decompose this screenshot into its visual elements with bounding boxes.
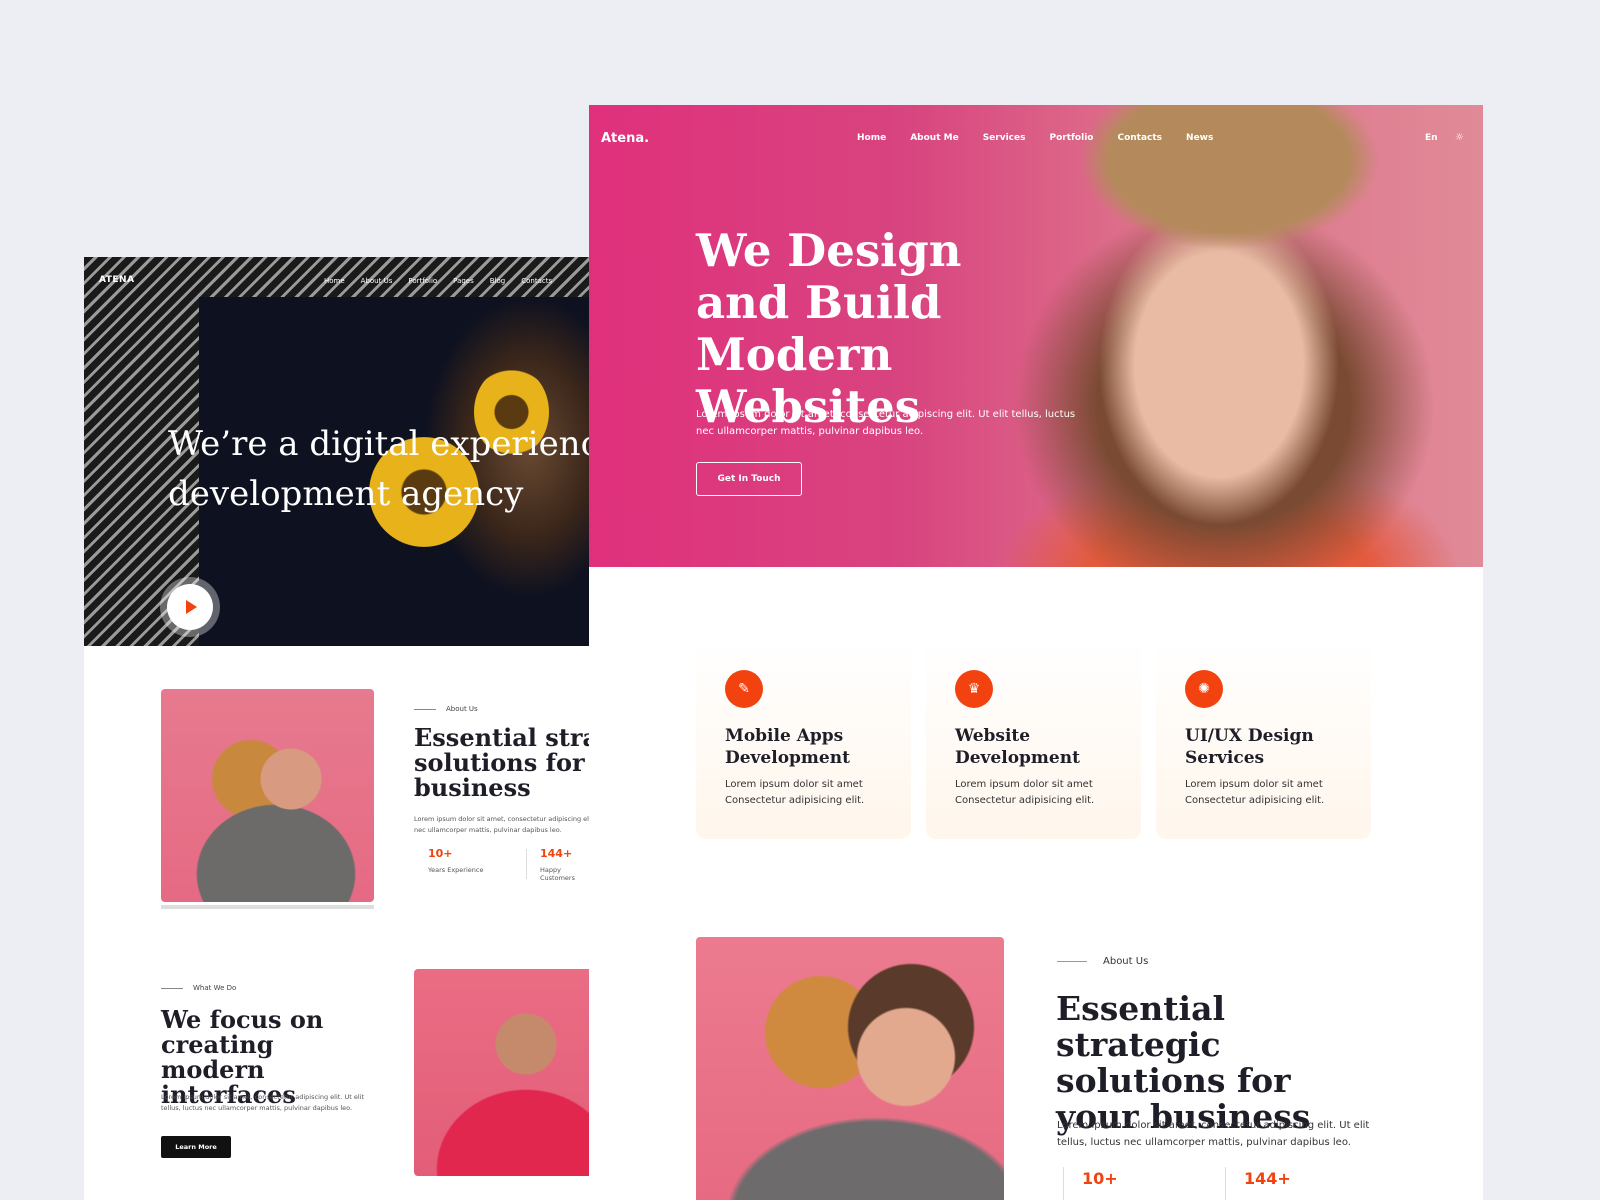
nav-item-contacts[interactable]: Contacts (521, 277, 552, 285)
learn-more-button[interactable]: Learn More (161, 1136, 231, 1158)
about-title: Essential strategic solutions for your b… (1056, 989, 1311, 1136)
nav-item-services[interactable]: Services (983, 133, 1026, 143)
about-text: Lorem ipsum dolor sit amet, consectetur … (1057, 1120, 1370, 1148)
dark-navbar: ATENA Home About Us Portfolio Pages Blog… (84, 257, 589, 307)
pink-nav-links: Home About Me Services Portfolio Contact… (857, 133, 1213, 143)
dark-theme-mockup: ATENA Home About Us Portfolio Pages Blog… (84, 257, 589, 1200)
stat-years-value: 10+ (1082, 1169, 1118, 1188)
play-icon (167, 584, 213, 630)
trophy-icon: ♛ (955, 670, 993, 708)
nav-item-about-me[interactable]: About Me (910, 133, 959, 143)
stat-years: 10+ Years Experience (428, 847, 483, 874)
sun-icon[interactable]: ☼ (1455, 132, 1464, 143)
service-title: Mobile Apps Development (725, 726, 850, 768)
image-man-ok-gesture (414, 969, 589, 1176)
language-switch[interactable]: En (1425, 133, 1438, 143)
stat-value: 144+ (540, 847, 573, 860)
dark-hero: ATENA Home About Us Portfolio Pages Blog… (84, 257, 589, 646)
pink-hero-title: We Design and Build Modern Websites (696, 224, 962, 433)
stat-label: Years Experience (428, 866, 484, 874)
nav-item-home[interactable]: Home (324, 277, 345, 285)
stat-label: Happy Customers (540, 866, 575, 882)
nav-item-home[interactable]: Home (857, 133, 886, 143)
pink-hero-text: Lorem ipsum dolor sit amet, consectetur … (696, 409, 1076, 437)
image-progress-bar (161, 905, 374, 909)
service-card[interactable]: ✺ UI/UX Design Services Lorem ipsum dolo… (1156, 637, 1371, 839)
nav-item-portfolio[interactable]: Portfolio (408, 277, 437, 285)
nav-item-news[interactable]: News (1186, 133, 1213, 143)
nav-item-blog[interactable]: Blog (490, 277, 505, 285)
stat-value: 10+ (428, 847, 453, 860)
pink-theme-mockup: Atena. Home About Me Services Portfolio … (589, 105, 1483, 1200)
about-text: Lorem ipsum dolor sit amet, consectetur … (414, 815, 589, 834)
stat-divider (1063, 1167, 1064, 1200)
paint-bucket-icon: ✎ (725, 670, 763, 708)
pink-navbar: Atena. Home About Me Services Portfolio … (589, 105, 1483, 175)
about-image-woman-dog (696, 937, 1004, 1200)
dark-logo[interactable]: ATENA (99, 275, 135, 285)
nav-item-contacts[interactable]: Contacts (1117, 133, 1162, 143)
play-video-button[interactable] (160, 577, 220, 637)
about-title: Essential strategic solutions for your b… (414, 723, 589, 802)
dark-nav-links: Home About Us Portfolio Pages Blog Conta… (324, 277, 552, 285)
what-we-do-eyebrow: What We Do (161, 984, 236, 992)
stat-divider (1225, 1167, 1226, 1200)
service-title: Website Development (955, 726, 1080, 768)
service-title: UI/UX Design Services (1185, 726, 1314, 768)
gear-icon: ✺ (1185, 670, 1223, 708)
what-we-do-text: Lorem ipsum dolor sit amet, consectetur … (161, 1093, 365, 1112)
service-text: Lorem ipsum dolor sit amet Consectetur a… (725, 779, 865, 806)
nav-item-pages[interactable]: Pages (453, 277, 474, 285)
dark-hero-title: We’re a digital experience development a… (168, 424, 589, 514)
service-card[interactable]: ♛ Website Development Lorem ipsum dolor … (926, 637, 1141, 839)
get-in-touch-button[interactable]: Get In Touch (696, 462, 802, 496)
nav-item-about[interactable]: About Us (361, 277, 393, 285)
service-card[interactable]: ✎ Mobile Apps Development Lorem ipsum do… (696, 637, 911, 839)
pink-logo[interactable]: Atena. (601, 131, 649, 146)
about-eyebrow: About Us (1057, 956, 1148, 967)
stat-customers: 144+ Happy Customers (540, 847, 589, 882)
about-eyebrow: About Us (414, 705, 478, 713)
stat-customers-value: 144+ (1244, 1169, 1291, 1188)
pink-hero: Atena. Home About Me Services Portfolio … (589, 105, 1483, 567)
service-text: Lorem ipsum dolor sit amet Consectetur a… (955, 779, 1095, 806)
stat-divider (526, 849, 527, 879)
nav-item-portfolio[interactable]: Portfolio (1049, 133, 1093, 143)
service-text: Lorem ipsum dolor sit amet Consectetur a… (1185, 779, 1325, 806)
about-image-woman-dog (161, 689, 374, 902)
